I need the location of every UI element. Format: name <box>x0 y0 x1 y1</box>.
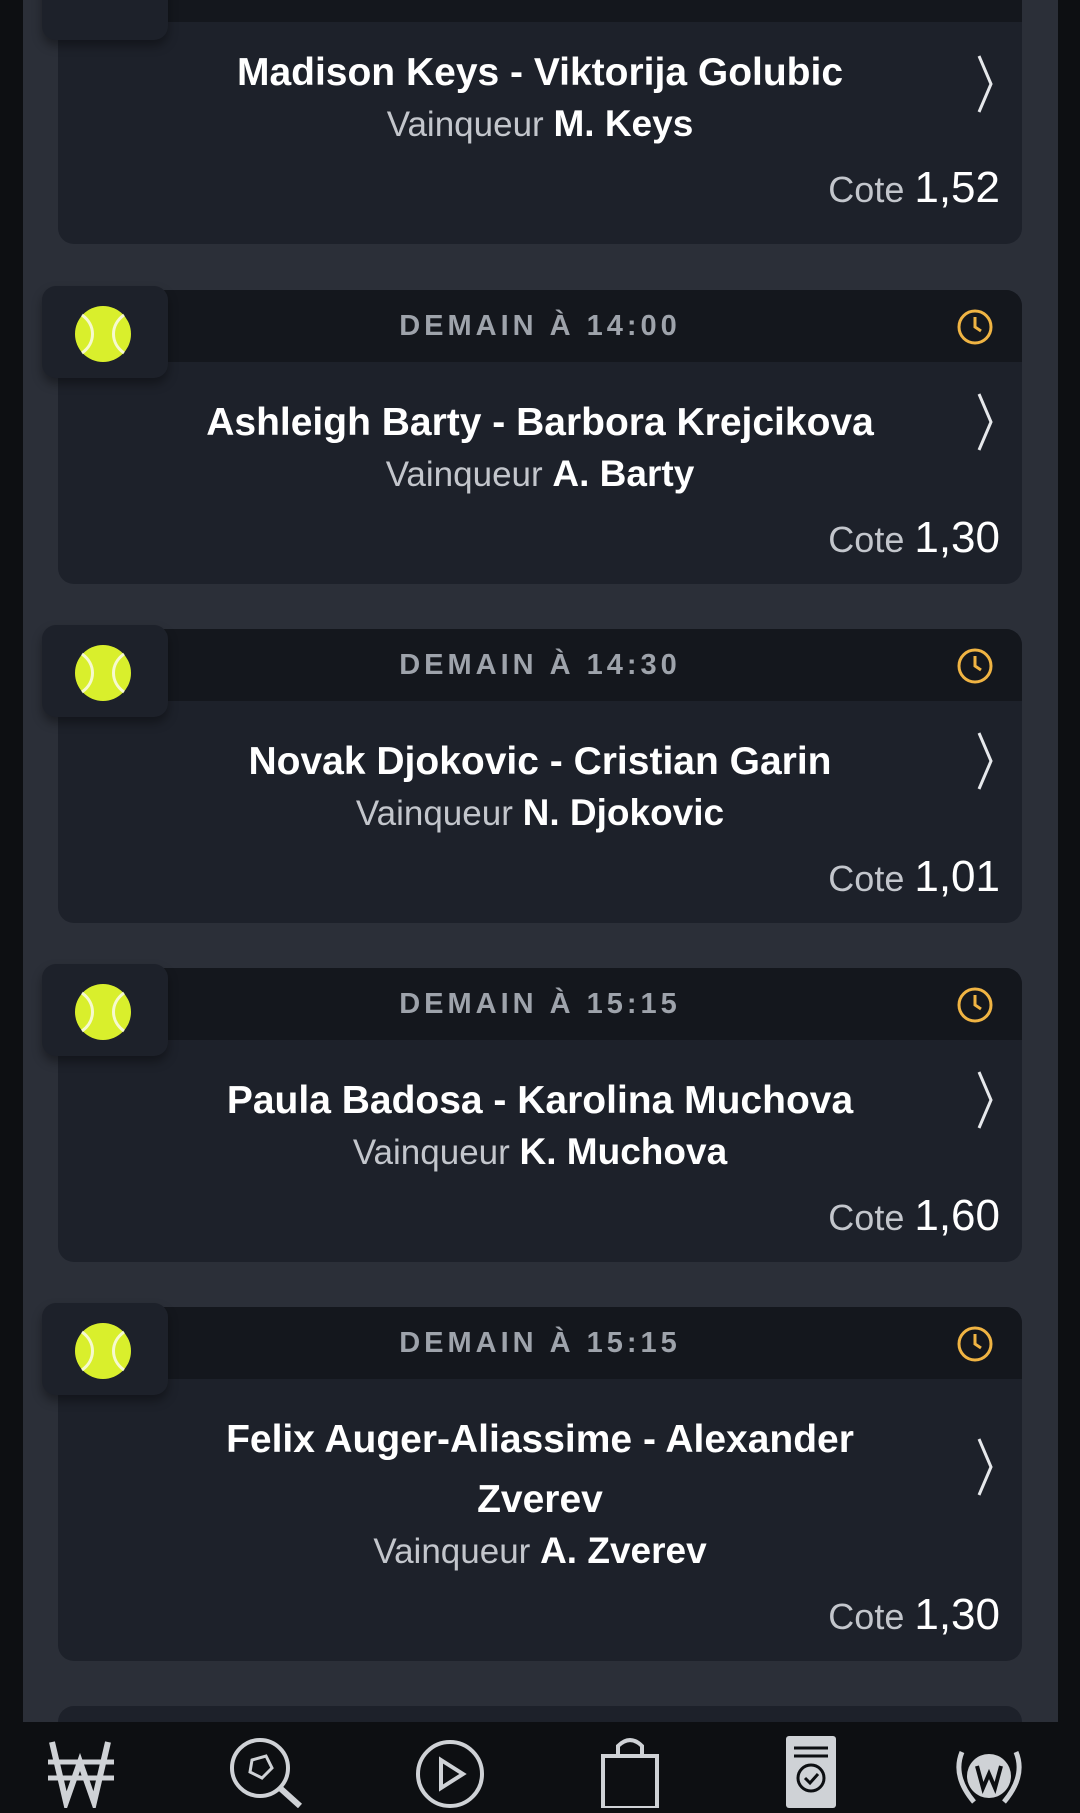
winner-label: Vainqueur <box>355 794 513 833</box>
clock-icon <box>957 1326 993 1362</box>
nav-sports[interactable] <box>222 1732 312 1809</box>
winner-label: Vainqueur <box>386 105 544 144</box>
odds-value: 1,30 <box>914 1590 1000 1639</box>
odds: Cote 1,01 <box>828 853 1000 903</box>
odds-label: Cote <box>828 169 905 210</box>
nav-rewards[interactable] <box>944 1732 1034 1808</box>
match-card[interactable]: DEMAIN À 14:00 Ashleigh Barty - Barbora … <box>42 286 1022 584</box>
chevron-right-icon[interactable] <box>976 392 994 452</box>
match-card[interactable]: Madison Keys - Viktorija Golubic Vainque… <box>42 0 1022 244</box>
winner-label: Vainqueur <box>352 1133 510 1172</box>
nav-live[interactable] <box>405 1732 495 1808</box>
winner-line: Vainqueur K. Muchova <box>58 1130 1022 1175</box>
match-date: DEMAIN À 15:15 <box>399 988 681 1020</box>
match-card[interactable]: DEMAIN À 14:30 Novak Djokovic - Cristian… <box>42 625 1022 923</box>
winner-label: Vainqueur <box>385 455 543 494</box>
winner-line: Vainqueur N. Djokovic <box>58 791 1022 836</box>
winner-line: Vainqueur A. Zverev <box>58 1529 1022 1574</box>
bottom-nav <box>0 1722 1080 1813</box>
odds: Cote 1,52 <box>828 164 1000 214</box>
odds-label: Cote <box>828 1596 905 1637</box>
nav-shop[interactable] <box>585 1732 675 1810</box>
match-title: Madison Keys - Viktorija Golubic <box>236 51 844 94</box>
match-date: DEMAIN À 14:00 <box>399 310 681 342</box>
tennis-ball-icon <box>75 306 131 362</box>
nav-bets[interactable] <box>766 1732 856 1808</box>
chevron-right-icon[interactable] <box>976 1437 994 1497</box>
sports-search-icon <box>230 1738 303 1809</box>
odds: Cote 1,60 <box>828 1192 1000 1242</box>
match-title: Ashleigh Barty - Barbora Krejcikova <box>206 401 874 444</box>
odds-label: Cote <box>828 858 905 899</box>
match-date: DEMAIN À 14:30 <box>399 649 681 681</box>
nav-home[interactable] <box>44 1732 134 1813</box>
winner-name: K. Muchova <box>519 1131 728 1172</box>
odds-label: Cote <box>828 519 905 560</box>
match-card[interactable]: DEMAIN À 15:15 Paula Badosa - Karolina M… <box>42 964 1022 1262</box>
laurel-trophy-icon <box>956 1751 1022 1804</box>
match-title: Novak Djokovic - Cristian Garin <box>248 740 832 783</box>
winner-name: N. Djokovic <box>522 792 725 833</box>
odds-value: 1,52 <box>914 163 1000 212</box>
clock-icon <box>957 987 993 1023</box>
match-title: Paula Badosa - Karolina Muchova <box>226 1079 854 1122</box>
live-play-icon <box>416 1740 484 1808</box>
winner-name: A. Zverev <box>540 1530 707 1571</box>
winner-line: Vainqueur A. Barty <box>58 452 1022 497</box>
odds: Cote 1,30 <box>828 1591 1000 1641</box>
match-card[interactable]: DEMAIN À 15:15 Felix Auger-Aliassime - A… <box>42 1303 1022 1661</box>
tennis-ball-icon <box>75 1323 131 1379</box>
shop-bag-icon <box>601 1738 659 1810</box>
match-date: DEMAIN À 15:15 <box>399 1327 681 1359</box>
ball-tab <box>42 0 168 40</box>
winner-name: A. Barty <box>552 453 695 494</box>
odds: Cote 1,30 <box>828 514 1000 564</box>
chevron-right-icon[interactable] <box>976 54 994 114</box>
clock-icon <box>957 309 993 345</box>
winner-name: M. Keys <box>553 103 694 144</box>
bet-ticket-icon <box>786 1736 836 1808</box>
tennis-ball-icon <box>75 984 131 1040</box>
odds-value: 1,60 <box>914 1191 1000 1240</box>
tennis-ball-icon <box>75 645 131 701</box>
odds-value: 1,30 <box>914 513 1000 562</box>
match-title: Felix Auger-Aliassime - Alexander Zverev <box>226 1418 854 1521</box>
winner-label: Vainqueur <box>373 1532 531 1571</box>
odds-value: 1,01 <box>914 852 1000 901</box>
chevron-right-icon[interactable] <box>976 731 994 791</box>
winamax-logo-icon <box>48 1741 114 1813</box>
clock-icon <box>957 648 993 684</box>
chevron-right-icon[interactable] <box>976 1070 994 1130</box>
card-header <box>58 0 1022 22</box>
winner-line: Vainqueur M. Keys <box>58 102 1022 147</box>
odds-label: Cote <box>828 1197 905 1238</box>
